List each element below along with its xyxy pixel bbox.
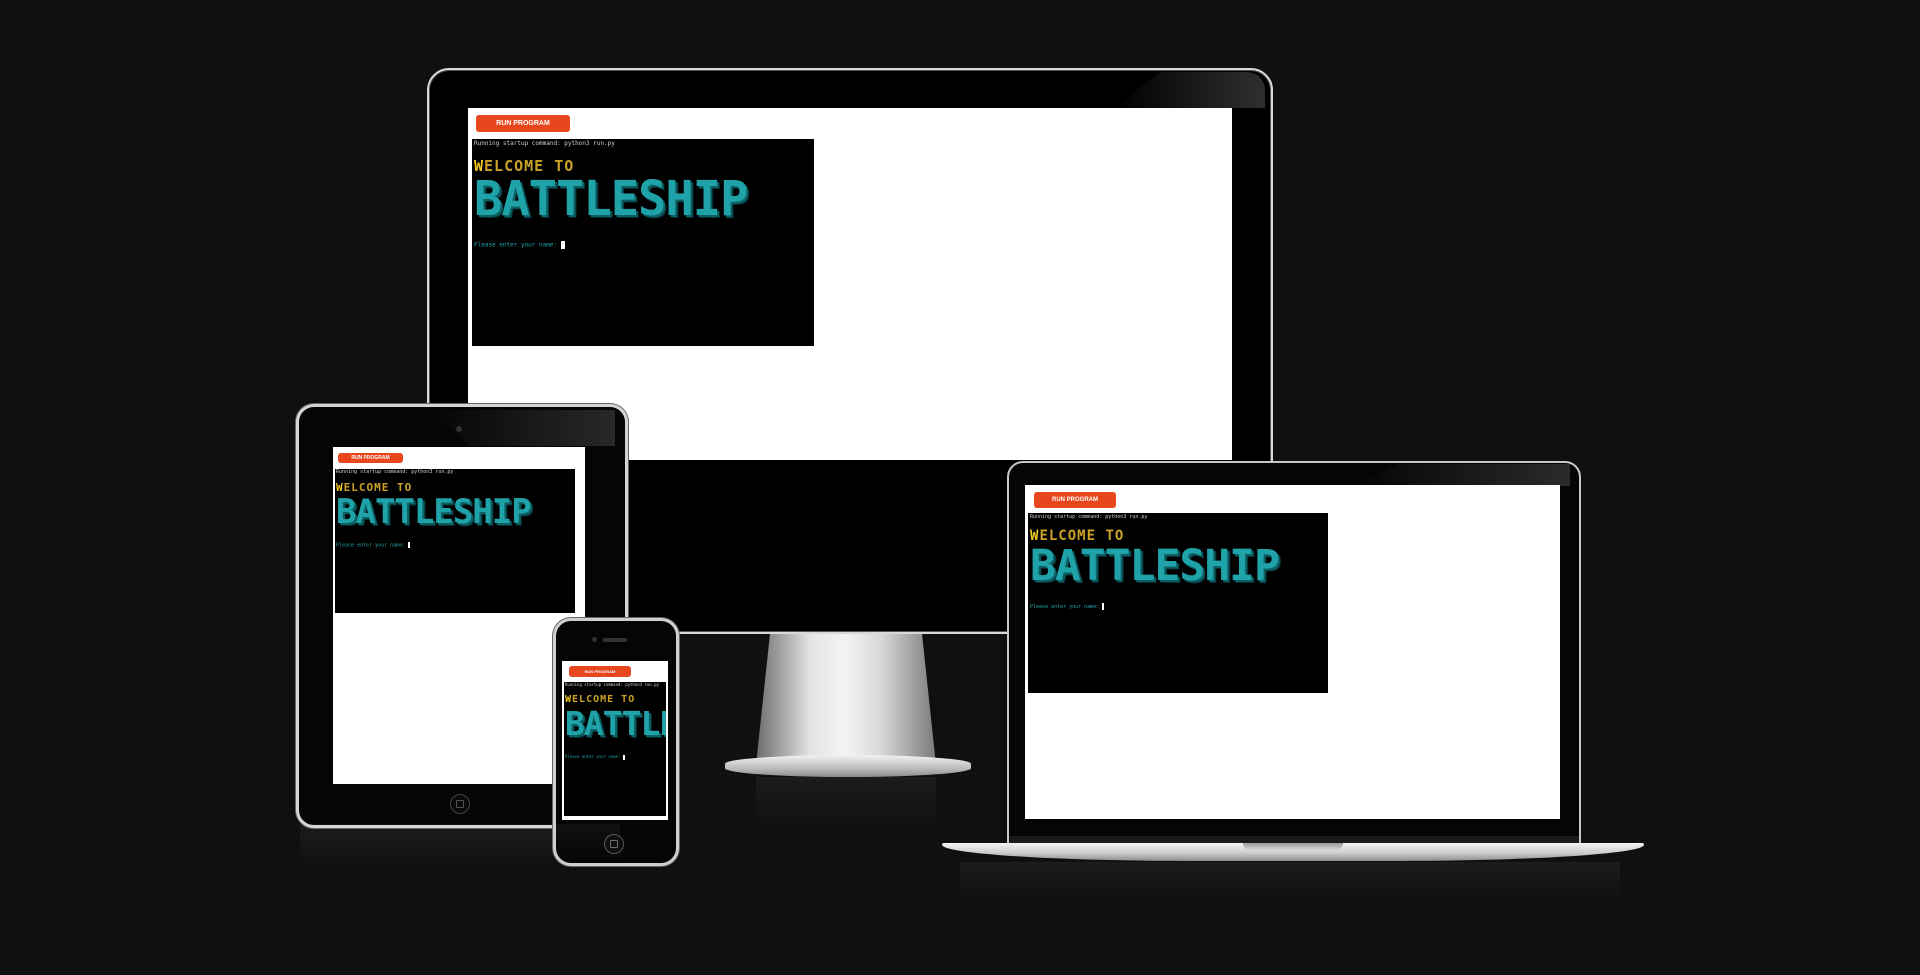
name-prompt-text: Please enter your name: <box>1030 604 1103 610</box>
monitor-stand-foot <box>725 755 971 777</box>
terminal-command-line: Running startup command: python3 run.py <box>565 682 659 687</box>
battleship-title: BATTLESHIP <box>565 704 666 743</box>
battleship-title: BATTLESHIP <box>336 492 532 532</box>
battleship-title: BATTLESHIP <box>1030 541 1280 591</box>
responsive-mockup-stage: RUN PROGRAM Running startup command: pyt… <box>0 0 1920 975</box>
laptop-reflection <box>960 862 1620 902</box>
phone-camera <box>592 637 597 642</box>
terminal-window[interactable]: Running startup command: python3 run.py … <box>472 139 814 346</box>
laptop-trackpad-notch <box>1243 843 1343 850</box>
laptop-screen: RUN PROGRAM Running startup command: pyt… <box>1025 485 1560 819</box>
phone-speaker <box>603 638 627 642</box>
tablet-home-button <box>450 794 470 814</box>
name-prompt: Please enter your name: <box>336 542 411 549</box>
terminal-window[interactable]: Running startup command: python3 run.py … <box>564 682 666 816</box>
run-program-button[interactable]: RUN PROGRAM <box>1034 492 1116 508</box>
run-program-button[interactable]: RUN PROGRAM <box>476 115 570 132</box>
text-cursor <box>622 754 625 760</box>
text-cursor <box>560 241 565 249</box>
name-prompt: Please enter your name: <box>474 241 565 249</box>
terminal-window[interactable]: Running startup command: python3 run.py … <box>1028 513 1328 693</box>
terminal-command-line: Running startup command: python3 run.py <box>1030 514 1148 520</box>
text-cursor <box>1102 603 1105 610</box>
text-cursor <box>408 542 411 548</box>
monitor-stand <box>756 630 936 765</box>
name-prompt-text: Please enter your name: <box>565 754 623 759</box>
name-prompt: Please enter your name: <box>1030 603 1105 610</box>
run-program-button[interactable]: RUN PROGRAM <box>338 453 403 463</box>
name-prompt-text: Please enter your name: <box>474 241 561 249</box>
phone-screen: RUN PROGRAM Running startup command: pyt… <box>562 661 668 820</box>
terminal-command-line: Running startup command: python3 run.py <box>336 469 454 475</box>
name-prompt-text: Please enter your name: <box>336 542 409 549</box>
terminal-window[interactable]: Running startup command: python3 run.py … <box>335 469 575 613</box>
terminal-command-line: Running startup command: python3 run.py <box>474 140 615 147</box>
tablet-camera <box>456 426 462 432</box>
run-program-button[interactable]: RUN PROGRAM <box>569 666 631 677</box>
name-prompt: Please enter your name: <box>565 754 625 760</box>
tablet-reflection <box>300 824 620 864</box>
tablet-screen: RUN PROGRAM Running startup command: pyt… <box>333 447 585 784</box>
battleship-title: BATTLESHIP <box>474 171 748 227</box>
monitor-reflection <box>756 777 936 827</box>
